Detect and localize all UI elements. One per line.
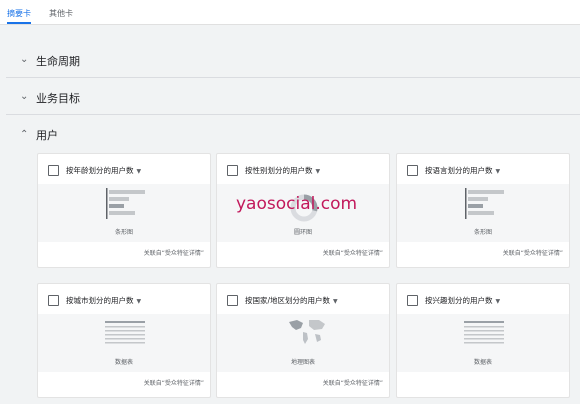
card-users-by-language[interactable]: 按语言划分的用户数 ▼ 条形图 关联自“受众特征详情” xyxy=(396,153,570,268)
card-users-by-country[interactable]: 按国家/地区划分的用户数 ▼ 地理图表 关联自“受众特征详情” xyxy=(216,283,390,398)
chevron-down-icon: ⌄ xyxy=(20,54,29,65)
caret-down-icon: ▼ xyxy=(136,298,142,305)
card-checkbox[interactable] xyxy=(48,165,59,176)
card-title[interactable]: 按城市划分的用户数 ▼ xyxy=(66,295,141,306)
card-title[interactable]: 按语言划分的用户数 ▼ xyxy=(425,165,500,176)
section-users[interactable]: ⌃ 用户 xyxy=(6,116,580,152)
card-checkbox[interactable] xyxy=(48,295,59,306)
card-header: 按兴趣划分的用户数 ▼ xyxy=(397,284,569,314)
card-source-link[interactable]: 关联自“受众特征详情” xyxy=(323,248,383,257)
section-business-goals[interactable]: ⌄ 业务目标 xyxy=(6,79,580,115)
tab-bar: 摘要卡 其他卡 xyxy=(0,0,580,25)
section-lifecycle[interactable]: ⌄ 生命周期 xyxy=(6,42,580,78)
card-header: 按国家/地区划分的用户数 ▼ xyxy=(217,284,389,314)
card-header: 按语言划分的用户数 ▼ xyxy=(397,154,569,184)
card-source-link[interactable]: 关联自“受众特征详情” xyxy=(503,248,563,257)
card-title[interactable]: 按兴趣划分的用户数 ▼ xyxy=(425,295,500,306)
card-title[interactable]: 按性别划分的用户数 ▼ xyxy=(245,165,320,176)
chart-type-label: 条形图 xyxy=(114,229,133,236)
card-checkbox[interactable] xyxy=(227,295,238,306)
card-title[interactable]: 按年龄划分的用户数 ▼ xyxy=(66,165,141,176)
chart-type-label: 地理图表 xyxy=(290,359,315,366)
chart-type-label: 数据表 xyxy=(114,359,133,366)
card-header: 按性别划分的用户数 ▼ xyxy=(217,154,389,184)
card-source-link[interactable]: 关联自“受众特征详情” xyxy=(144,378,204,387)
active-tab-indicator xyxy=(7,22,31,24)
tab-other-cards[interactable]: 其他卡 xyxy=(49,8,73,19)
chart-type-label: 数据表 xyxy=(473,359,492,366)
card-source-link[interactable]: 关联自“受众特征详情” xyxy=(144,248,204,257)
caret-down-icon: ▼ xyxy=(315,168,321,175)
card-users-by-city[interactable]: 按城市划分的用户数 ▼ 数据表 关联自“受众特征详情” xyxy=(37,283,211,398)
card-users-by-interest[interactable]: 按兴趣划分的用户数 ▼ 数据表 xyxy=(396,283,570,398)
caret-down-icon: ▼ xyxy=(333,298,338,305)
chevron-down-icon: ⌄ xyxy=(20,91,29,102)
section-title-business-goals: 业务目标 xyxy=(36,92,80,105)
caret-down-icon: ▼ xyxy=(495,168,501,175)
chevron-up-icon: ⌃ xyxy=(20,129,29,140)
card-header: 按城市划分的用户数 ▼ xyxy=(38,284,210,314)
card-header: 按年龄划分的用户数 ▼ xyxy=(38,154,210,184)
card-source-link[interactable]: 关联自“受众特征详情” xyxy=(323,378,383,387)
chart-type-label: 圆环图 xyxy=(293,229,312,236)
caret-down-icon: ▼ xyxy=(495,298,501,305)
section-title-lifecycle: 生命周期 xyxy=(36,55,80,68)
tab-summary-cards[interactable]: 摘要卡 xyxy=(7,8,31,19)
chart-type-label: 条形图 xyxy=(473,229,492,236)
card-checkbox[interactable] xyxy=(407,295,418,306)
card-checkbox[interactable] xyxy=(407,165,418,176)
card-checkbox[interactable] xyxy=(227,165,238,176)
caret-down-icon: ▼ xyxy=(136,168,142,175)
watermark-text: yaosocial.com xyxy=(236,194,358,214)
card-title[interactable]: 按国家/地区划分的用户数 ▼ xyxy=(245,295,338,306)
card-users-by-age[interactable]: 按年龄划分的用户数 ▼ 条形图 关联自“受众特征详情” xyxy=(37,153,211,268)
section-title-users: 用户 xyxy=(36,129,58,142)
